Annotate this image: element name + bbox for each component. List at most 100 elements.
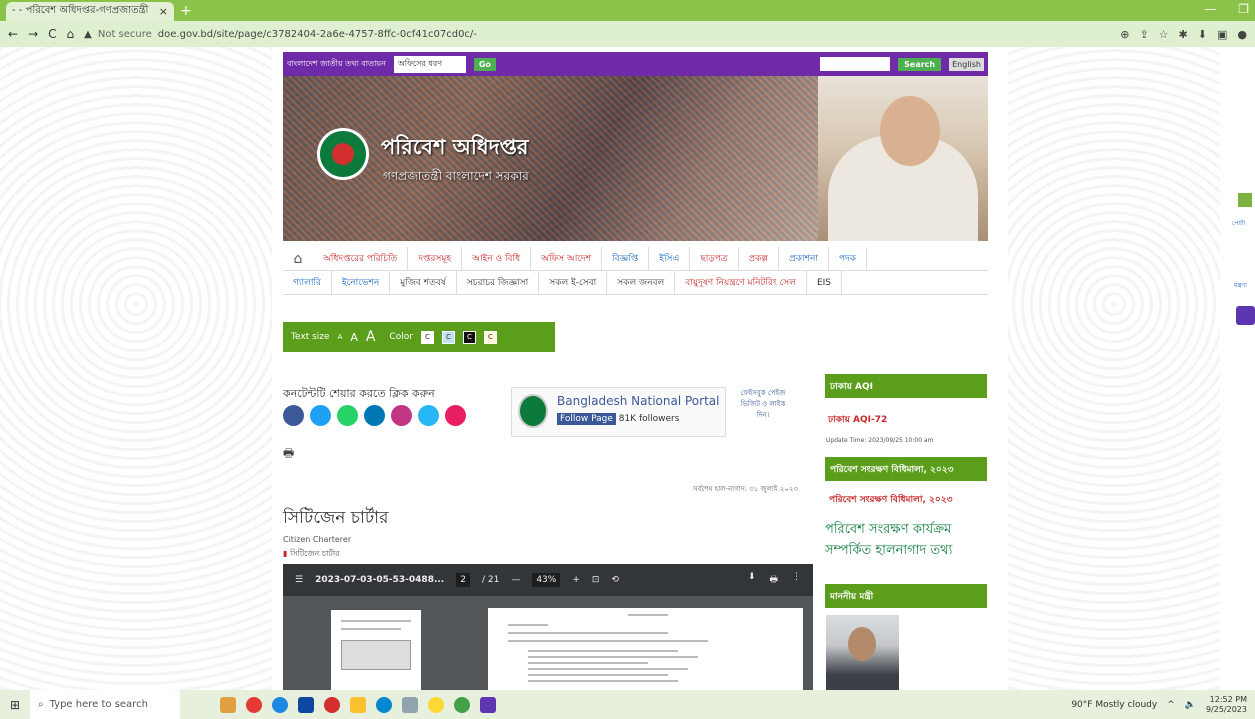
pdf-link[interactable]: ▮ সিটিজেন চার্টার (283, 548, 340, 561)
whatsapp-share-icon[interactable] (337, 405, 358, 426)
clock-date: 9/25/2023 (1205, 704, 1247, 714)
nav-row1-item[interactable]: অধিদপ্তরের পরিচিতি (313, 246, 409, 271)
nav-row1-item[interactable]: অফিস আদেশ (531, 246, 603, 271)
nav-row2-item[interactable]: সচরাচর জিজ্ঞাসা (457, 270, 540, 295)
color-swatch-cream[interactable]: C (483, 330, 497, 344)
taskbar-clock[interactable]: 12:52 PM 9/25/2023 (1206, 695, 1247, 715)
nav-row1-item[interactable]: ইসিএ (649, 246, 691, 271)
color-swatch-black[interactable]: C (462, 330, 476, 344)
pdf-zoom-value[interactable]: 43% (532, 573, 561, 587)
weather-widget-icon[interactable] (220, 696, 236, 713)
nav-row1-item[interactable]: প্রকল্প (739, 246, 779, 271)
new-tab-button[interactable]: + (180, 3, 192, 19)
app-icon[interactable] (480, 696, 496, 713)
facebook-share-icon[interactable] (283, 405, 304, 426)
share-icon[interactable]: ⇪ (1139, 28, 1148, 41)
activity-link[interactable]: পরিবেশ সংরক্ষণ কার্যক্রম সম্পর্কিত হালনা… (825, 519, 987, 561)
download-icon[interactable]: ⬇ (1198, 28, 1207, 41)
nav-row1-item[interactable]: বিজ্ঞপ্তি (602, 246, 650, 271)
site-subtitle: গণপ্রজাতন্ত্রী বাংলাদেশ সরকার (383, 169, 529, 183)
pdf-zoom-in-icon[interactable]: + (572, 575, 580, 585)
english-toggle[interactable]: English (949, 57, 984, 71)
national-portal-label[interactable]: বাংলাদেশ জাতীয় তথ্য বাতায়ন (287, 58, 386, 71)
pdf-print-icon[interactable]: 🖶 (770, 572, 779, 588)
nav-row2-item[interactable]: গ্যালারি (283, 270, 332, 295)
site-search-input[interactable] (820, 57, 891, 71)
pdf-rotate-icon[interactable]: ⟲ (611, 575, 619, 585)
tab-close-icon[interactable]: × (159, 5, 168, 18)
go-button[interactable]: Go (473, 57, 496, 71)
pdf-page-input[interactable]: 2 (456, 573, 470, 587)
accessibility-icon[interactable] (1236, 306, 1255, 325)
app-icon[interactable] (402, 696, 418, 713)
nav-row1-item[interactable]: পদক (829, 246, 868, 271)
twitter-share-icon[interactable] (310, 405, 331, 426)
pdf-download-icon[interactable]: ⬇ (748, 572, 756, 588)
extensions-icon[interactable]: ✱ (1179, 28, 1188, 41)
windows-start-icon[interactable]: ⊞ (0, 698, 30, 712)
nav-row2-item[interactable]: বায়ুদূষণ নিয়ন্ত্রণে মনিটরিং সেল (675, 270, 807, 295)
star-icon[interactable]: ☆ (1159, 28, 1169, 41)
office-type-select[interactable]: অফিসের ধরণ (393, 55, 466, 73)
nav-row1-item[interactable]: ছাড়পত্র (690, 246, 739, 271)
facebook-page-note[interactable]: ফেইসবুক পেইজ ভিজিট ও লাইক দিন। (739, 388, 787, 421)
link-share-icon[interactable] (418, 405, 439, 426)
doc-line (528, 656, 698, 658)
nav-row1-item[interactable]: প্রকাশনা (779, 246, 829, 271)
tray-chevron-icon[interactable]: ^ (1167, 700, 1175, 710)
volume-icon[interactable]: 🔈 (1185, 700, 1196, 710)
minimize-icon[interactable]: — (1204, 2, 1216, 16)
chrome-icon[interactable] (454, 696, 470, 713)
nav-row2-item[interactable]: ইনোভেশন (332, 270, 391, 295)
nav-row2-item[interactable]: সকল জনবল (607, 270, 676, 295)
browser-tab[interactable]: - - পরিবেশ অধিদপ্তর-গণপ্রজাতন্ত্রী × (6, 2, 174, 21)
app-icon[interactable] (376, 696, 392, 713)
color-swatch-white[interactable]: C (420, 330, 434, 344)
home-nav-icon[interactable]: ⌂ (283, 251, 313, 267)
pdf-thumbnail[interactable] (331, 610, 421, 690)
side-link-ministry[interactable]: মন্ত্রণা (1234, 280, 1247, 291)
forward-icon[interactable]: → (28, 27, 38, 41)
back-icon[interactable]: ← (8, 27, 18, 41)
profile-icon[interactable]: ● (1237, 28, 1247, 41)
explorer-icon[interactable] (350, 696, 366, 713)
messenger-share-icon[interactable] (445, 405, 466, 426)
print-icon[interactable]: 🖶 (283, 444, 294, 465)
nav-row2-item[interactable]: সকল ই-সেবা (539, 270, 608, 295)
portal-name[interactable]: Bangladesh National Portal (557, 394, 719, 408)
aqi-value[interactable]: ঢাকায় AQI-72 (828, 412, 887, 427)
text-size-large[interactable]: A (366, 329, 376, 345)
opera-icon[interactable] (324, 696, 340, 713)
instagram-share-icon[interactable] (391, 405, 412, 426)
rules-link[interactable]: পরিবেশ সংরক্ষণ বিধিমালা, ২০২৩ (829, 492, 952, 507)
restore-icon[interactable]: ❐ (1238, 2, 1249, 16)
pdf-zoom-out-icon[interactable]: — (511, 575, 520, 585)
ps-app-icon[interactable] (298, 696, 314, 713)
pdf-fit-icon[interactable]: ⊡ (592, 575, 600, 585)
site-search-button[interactable]: Search (898, 57, 942, 71)
pdf-menu-icon[interactable]: ☰ (295, 575, 303, 585)
color-swatch-blue[interactable]: C (441, 330, 455, 344)
app-icon[interactable] (428, 696, 444, 713)
weather-status[interactable]: 90°F Mostly cloudy (1071, 700, 1157, 710)
side-link-portal[interactable]: পোর্টা (1232, 218, 1245, 229)
pdf-more-icon[interactable]: ⋮ (792, 572, 801, 588)
national-portal-widget[interactable]: Bangladesh National Portal Follow Page 8… (511, 387, 726, 437)
chart-icon[interactable] (1238, 193, 1252, 207)
taskbar-search[interactable]: ⌕ Type here to search (30, 690, 180, 719)
sidepanel-icon[interactable]: ▣ (1217, 28, 1227, 41)
nav-row2-item[interactable]: মুজিব শতবর্ষ (390, 270, 457, 295)
linkedin-share-icon[interactable] (364, 405, 385, 426)
nav-row1-item[interactable]: আইন ও বিধি (462, 246, 532, 271)
reload-icon[interactable]: C (48, 27, 56, 41)
home-icon[interactable]: ⌂ (67, 27, 75, 41)
nav-row2-item[interactable]: EIS (807, 270, 842, 295)
zoom-icon[interactable]: ⊕ (1120, 28, 1129, 41)
text-size-small[interactable]: A (338, 333, 343, 341)
zoom-app-icon[interactable] (272, 696, 288, 713)
text-size-medium[interactable]: A (350, 331, 358, 344)
app-icon[interactable] (246, 696, 262, 713)
facebook-follow-button[interactable]: Follow Page (557, 413, 616, 425)
address-bar[interactable]: ▲ Not secure doe.gov.bd/site/page/c37824… (84, 29, 477, 40)
nav-row1-item[interactable]: দপ্তরসমূহ (408, 246, 463, 271)
